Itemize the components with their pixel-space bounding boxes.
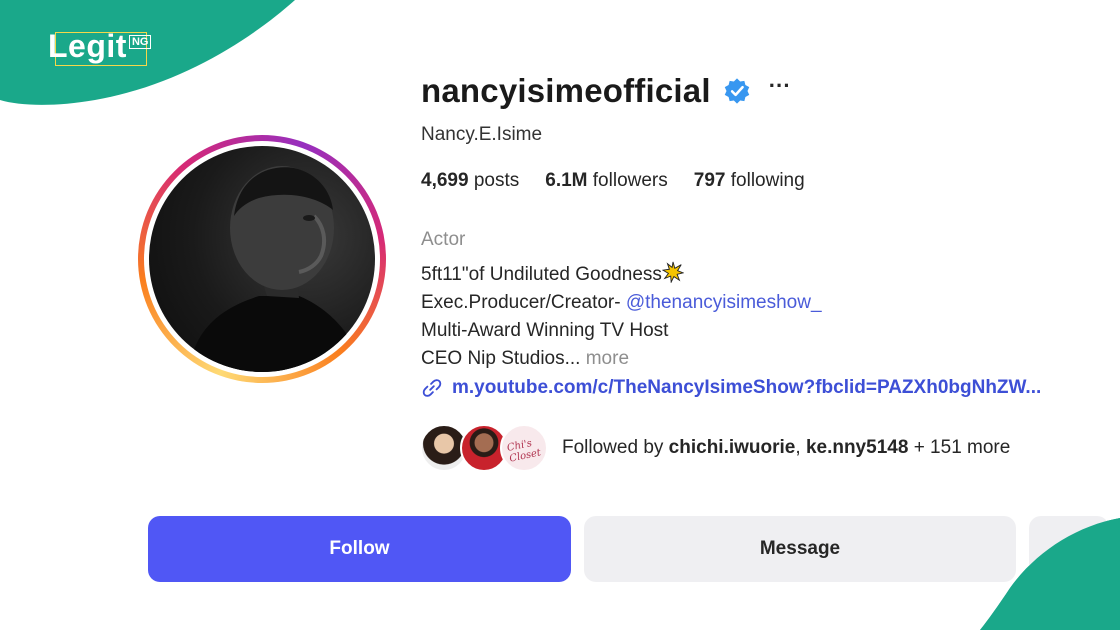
- logo-suffix: NG: [128, 35, 152, 49]
- followers-stat[interactable]: 6.1M followers: [545, 170, 668, 192]
- profile-bio: 5ft11"of Undiluted Goodness Exec.Produce…: [421, 261, 822, 373]
- profile-full-name: Nancy.E.Isime: [421, 124, 543, 145]
- site-logo: Legit NG: [48, 28, 152, 65]
- bio-line-3: Multi-Award Winning TV Host: [421, 320, 669, 341]
- follow-button[interactable]: Follow: [148, 516, 571, 582]
- more-options-button[interactable]: ···: [769, 75, 791, 101]
- bio-line-4: CEO Nip Studios... more: [421, 348, 630, 369]
- corner-blob-bottom-right-overlay: [980, 518, 1120, 630]
- username-row: nancyisimeofficial ···: [421, 72, 791, 110]
- message-button[interactable]: Message: [584, 516, 1016, 582]
- profile-avatar[interactable]: [138, 135, 386, 383]
- bio-more-link[interactable]: more: [586, 348, 629, 369]
- followed-by-text: Followed by chichi.iwuorie, ke.nny5148 +…: [562, 437, 1011, 458]
- profile-stats: 4,699 posts 6.1M followers 797 following: [421, 170, 805, 192]
- profile-username: nancyisimeofficial: [421, 72, 711, 109]
- bio-line-1: 5ft11"of Undiluted Goodness: [421, 261, 822, 289]
- bio-mention-link[interactable]: @thenancyisimeshow_: [626, 292, 822, 313]
- profile-category: Actor: [421, 229, 466, 250]
- logo-text: Legit: [48, 28, 127, 64]
- posts-stat[interactable]: 4,699 posts: [421, 170, 519, 192]
- followed-by-row[interactable]: Chi's Closet Followed by chichi.iwuorie,…: [420, 424, 1010, 472]
- following-stat[interactable]: 797 following: [694, 170, 805, 192]
- collision-icon: [661, 261, 684, 283]
- link-icon: [422, 379, 442, 397]
- avatar-photo: [149, 146, 375, 372]
- portrait-silhouette-icon: [189, 166, 364, 372]
- verified-badge-icon: [724, 78, 749, 104]
- follower-avatar: Chi's Closet: [500, 424, 548, 472]
- bio-line-2: Exec.Producer/Creator- @thenancyisimesho…: [421, 292, 822, 313]
- external-link-text: m.youtube.com/c/TheNancyIsimeShow?fbclid…: [452, 377, 1042, 398]
- external-link[interactable]: m.youtube.com/c/TheNancyIsimeShow?fbclid…: [421, 377, 1041, 399]
